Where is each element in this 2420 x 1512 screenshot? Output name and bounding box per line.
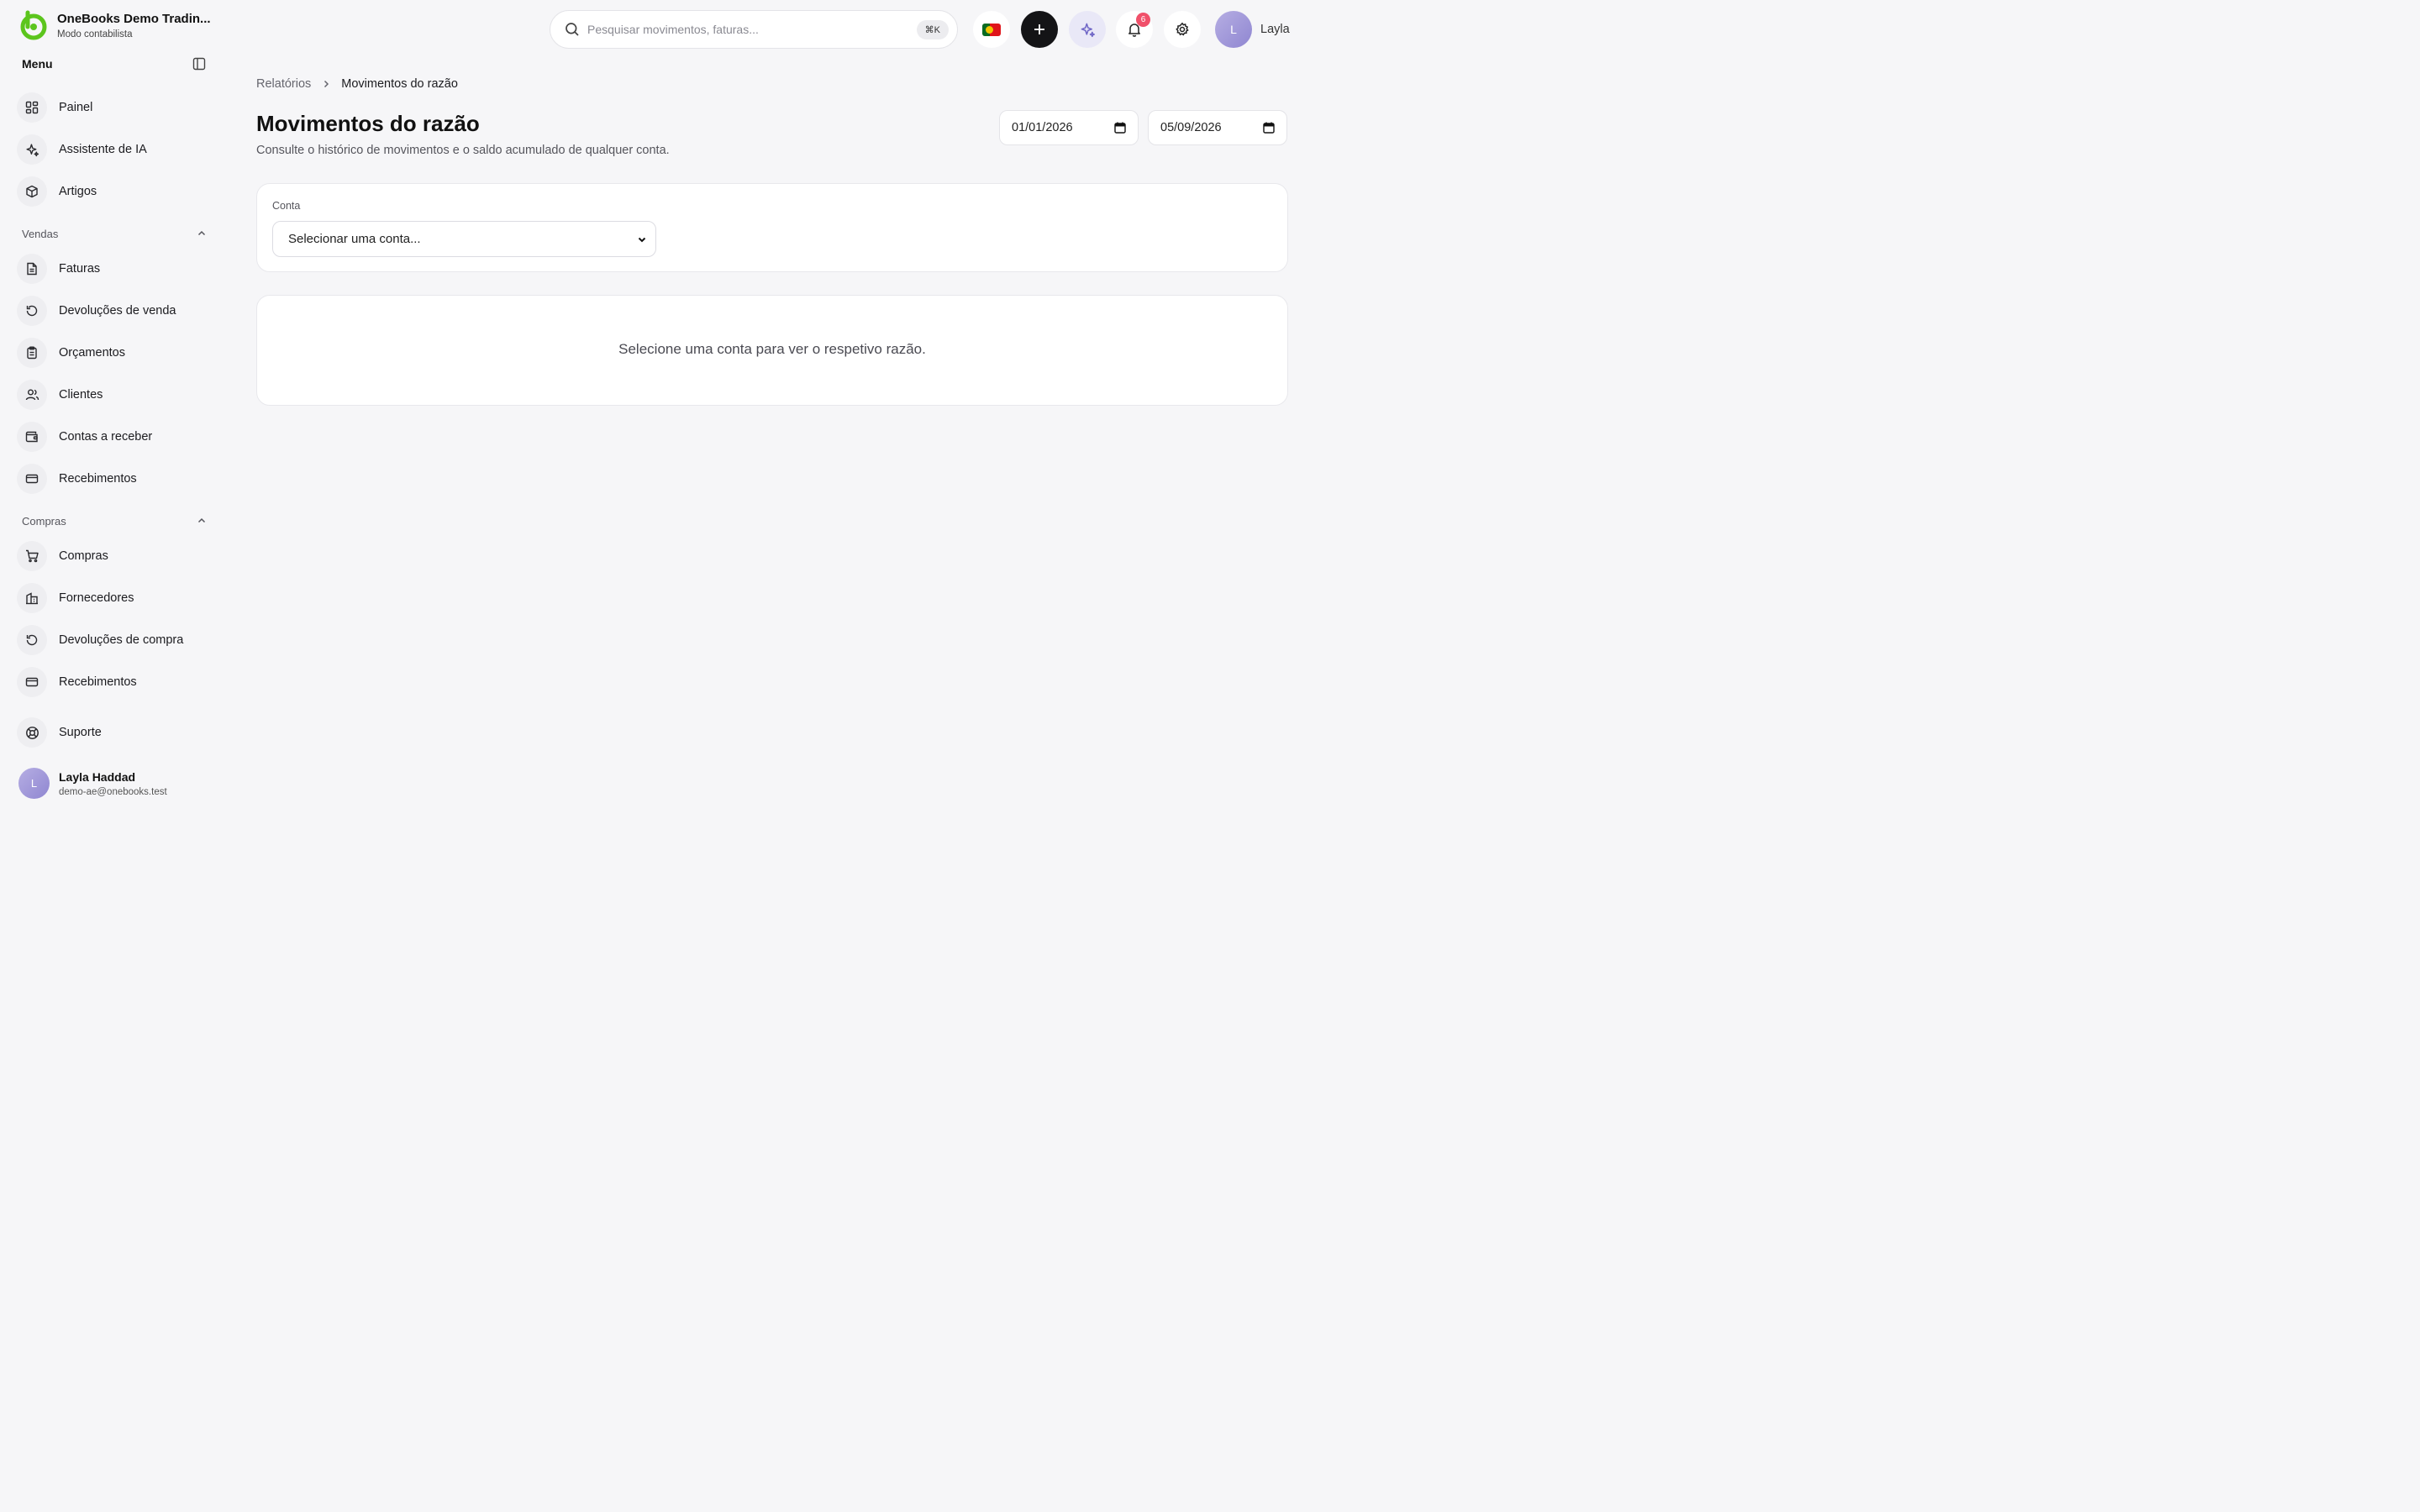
sparkles-icon bbox=[17, 134, 47, 165]
rotate-ccw-icon bbox=[17, 625, 47, 655]
sidebar-item-label: Devoluções de compra bbox=[59, 633, 184, 647]
date-to-input[interactable]: 05/09/2026 bbox=[1148, 110, 1287, 145]
search-icon bbox=[565, 22, 580, 37]
settings-button[interactable] bbox=[1164, 11, 1201, 48]
sidebar-item-orcamentos[interactable]: Orçamentos bbox=[17, 336, 212, 370]
date-to-value: 05/09/2026 bbox=[1160, 121, 1222, 134]
credit-card-icon bbox=[17, 464, 47, 494]
sidebar-item-recebimentos-compras[interactable]: Recebimentos bbox=[17, 665, 212, 699]
sidebar-item-fornecedores[interactable]: Fornecedores bbox=[17, 581, 212, 615]
avatar: L bbox=[18, 768, 50, 799]
life-buoy-icon bbox=[17, 717, 47, 748]
avatar: L bbox=[1215, 11, 1252, 48]
section-compras[interactable]: Compras bbox=[22, 513, 207, 528]
clipboard-list-icon bbox=[17, 338, 47, 368]
credit-card-icon bbox=[17, 667, 47, 697]
ledger-card: Selecione uma conta para ver o respetivo… bbox=[256, 295, 1288, 406]
sidebar-item-label: Fornecedores bbox=[59, 591, 134, 605]
section-title: Vendas bbox=[22, 227, 59, 240]
sidebar-item-label: Assistente de IA bbox=[59, 143, 147, 156]
empty-state-message: Selecione uma conta para ver o respetivo… bbox=[618, 341, 926, 357]
sidebar-item-artigos[interactable]: Artigos bbox=[17, 175, 212, 208]
chevron-up-icon bbox=[197, 228, 207, 239]
package-icon bbox=[17, 176, 47, 207]
wallet-icon bbox=[17, 422, 47, 452]
sidebar-item-contas-receber[interactable]: Contas a receber bbox=[17, 420, 212, 454]
date-from-value: 01/01/2026 bbox=[1012, 121, 1073, 134]
sidebar-item-painel[interactable]: Painel bbox=[17, 91, 212, 124]
sidebar-item-recebimentos-vendas[interactable]: Recebimentos bbox=[17, 462, 212, 496]
ai-assistant-button[interactable] bbox=[1069, 11, 1106, 48]
menu-header: Menu bbox=[22, 55, 207, 72]
sidebar-item-clientes[interactable]: Clientes bbox=[17, 378, 212, 412]
dashboard-icon bbox=[17, 92, 47, 123]
chevron-right-icon bbox=[321, 79, 331, 89]
sidebar-item-label: Devoluções de venda bbox=[59, 304, 176, 318]
sidebar-item-label: Clientes bbox=[59, 388, 103, 402]
section-vendas[interactable]: Vendas bbox=[22, 226, 207, 241]
company-mode: Modo contabilista bbox=[57, 29, 133, 39]
search-bar[interactable]: ⌘K bbox=[550, 10, 958, 49]
calendar-icon[interactable] bbox=[1114, 122, 1126, 134]
sidebar-item-label: Orçamentos bbox=[59, 346, 125, 360]
sidebar-item-label: Painel bbox=[59, 101, 93, 114]
sidebar-item-assistente[interactable]: Assistente de IA bbox=[17, 133, 212, 166]
sidebar-item-label: Contas a receber bbox=[59, 430, 153, 444]
panel-left-icon[interactable] bbox=[192, 56, 207, 71]
portugal-flag-icon bbox=[982, 23, 1001, 36]
company-name: OneBooks Demo Tradin... bbox=[57, 11, 211, 26]
user-name: Layla bbox=[1260, 23, 1290, 36]
onebooks-logo-icon bbox=[18, 10, 49, 40]
shortcut-hint: ⌘K bbox=[916, 19, 949, 39]
sidebar-item-devolucoes-venda[interactable]: Devoluções de venda bbox=[17, 294, 212, 328]
chevron-up-icon bbox=[197, 516, 207, 526]
sidebar-item-compras[interactable]: Compras bbox=[17, 539, 212, 573]
sidebar-item-label: Recebimentos bbox=[59, 472, 137, 486]
menu-title: Menu bbox=[22, 57, 53, 71]
shopping-cart-icon bbox=[17, 541, 47, 571]
sidebar-item-devolucoes-compra[interactable]: Devoluções de compra bbox=[17, 623, 212, 657]
breadcrumb-current: Movimentos do razão bbox=[341, 77, 458, 91]
sidebar-item-label: Suporte bbox=[59, 726, 102, 739]
sparkles-icon bbox=[1080, 22, 1096, 38]
create-new-button[interactable] bbox=[1021, 11, 1058, 48]
account-select-value: Selecionar uma conta... bbox=[288, 232, 421, 246]
breadcrumb: Relatórios Movimentos do razão bbox=[256, 77, 458, 91]
breadcrumb-link-relatorios[interactable]: Relatórios bbox=[256, 77, 311, 91]
section-title: Compras bbox=[22, 514, 66, 528]
plus-icon bbox=[1033, 23, 1046, 36]
building-icon bbox=[17, 583, 47, 613]
language-button[interactable] bbox=[973, 11, 1010, 48]
chevron-down-icon bbox=[637, 234, 647, 244]
gear-icon bbox=[1175, 22, 1190, 37]
sidebar-item-label: Recebimentos bbox=[59, 675, 137, 689]
page-subtitle: Consulte o histórico de movimentos e o s… bbox=[256, 144, 670, 157]
sidebar-item-label: Artigos bbox=[59, 185, 97, 198]
notifications-badge: 6 bbox=[1136, 13, 1150, 27]
sidebar-item-suporte[interactable]: Suporte bbox=[17, 716, 212, 749]
sidebar-user[interactable]: L Layla Haddad demo-ae@onebooks.test bbox=[18, 768, 167, 799]
sidebar-item-label: Faturas bbox=[59, 262, 101, 276]
users-icon bbox=[17, 380, 47, 410]
user-name: Layla Haddad bbox=[59, 769, 136, 784]
date-from-input[interactable]: 01/01/2026 bbox=[999, 110, 1139, 145]
user-menu[interactable]: L Layla bbox=[1215, 11, 1290, 48]
file-text-icon bbox=[17, 254, 47, 284]
calendar-icon[interactable] bbox=[1263, 122, 1275, 134]
account-select[interactable]: Selecionar uma conta... bbox=[272, 221, 656, 257]
page-title: Movimentos do razão bbox=[256, 111, 480, 136]
notifications-button[interactable]: 6 bbox=[1116, 11, 1153, 48]
user-email: demo-ae@onebooks.test bbox=[59, 786, 167, 797]
account-filter-card: Conta Selecionar uma conta... bbox=[256, 183, 1288, 272]
brand[interactable]: OneBooks Demo Tradin... Modo contabilist… bbox=[18, 10, 211, 40]
search-input[interactable] bbox=[587, 23, 917, 36]
rotate-ccw-icon bbox=[17, 296, 47, 326]
sidebar: OneBooks Demo Tradin... Modo contabilist… bbox=[0, 0, 224, 823]
account-label: Conta bbox=[272, 200, 301, 212]
sidebar-item-faturas[interactable]: Faturas bbox=[17, 252, 212, 286]
sidebar-item-label: Compras bbox=[59, 549, 108, 563]
